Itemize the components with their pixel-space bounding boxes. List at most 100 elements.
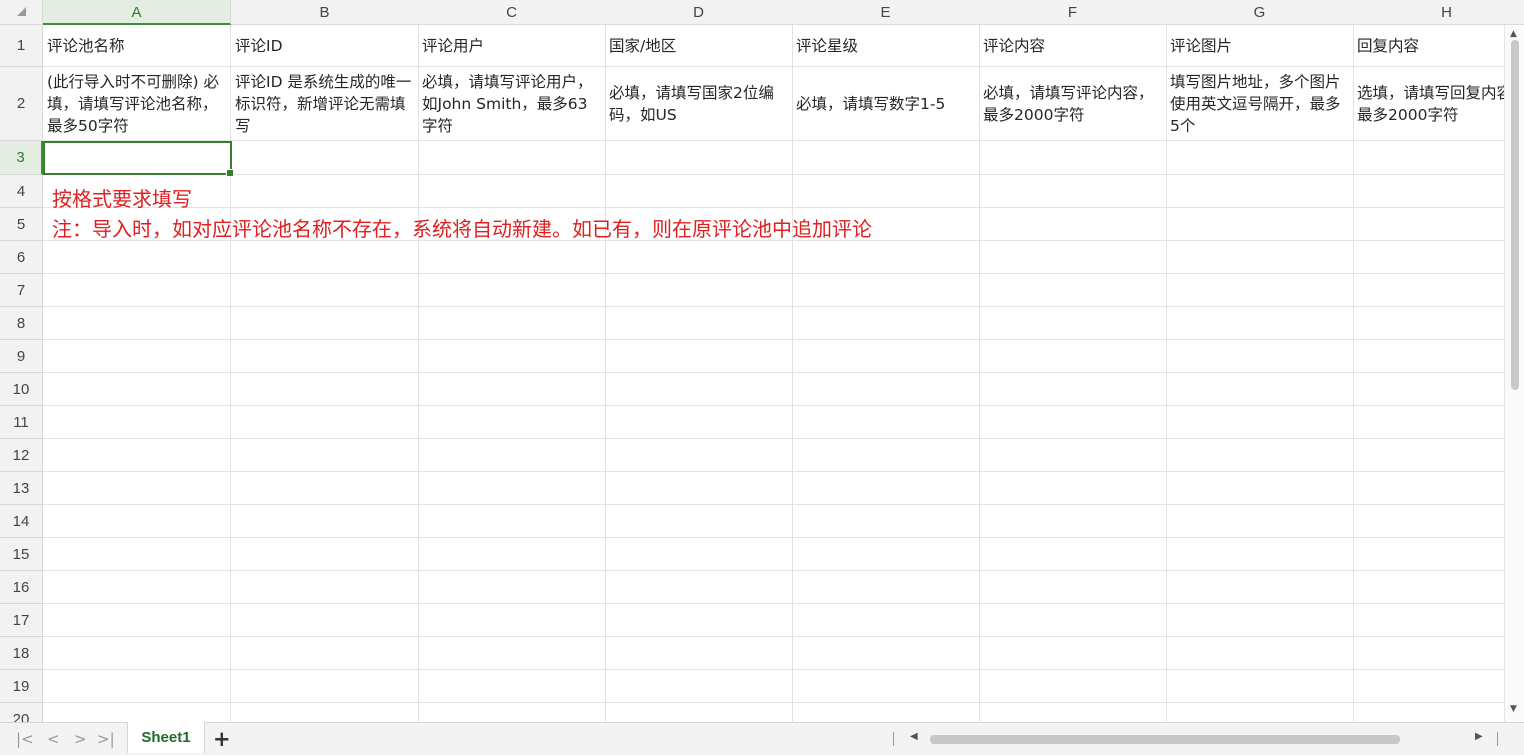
prev-sheet-icon[interactable]: < <box>47 730 60 748</box>
cell-a7[interactable] <box>43 274 231 307</box>
cell-d18[interactable] <box>605 637 793 670</box>
cell-f8[interactable] <box>979 307 1167 340</box>
cell-a14[interactable] <box>43 505 231 538</box>
cell-f10[interactable] <box>979 373 1167 406</box>
cell-c16[interactable] <box>418 571 606 604</box>
row-header-9[interactable]: 9 <box>0 340 43 373</box>
cell-h8[interactable] <box>1353 307 1524 340</box>
cell-c6[interactable] <box>418 241 606 274</box>
cell-f17[interactable] <box>979 604 1167 637</box>
cell-b16[interactable] <box>231 571 419 604</box>
next-sheet-icon[interactable]: > <box>74 730 87 748</box>
cell-f20[interactable] <box>979 703 1167 722</box>
cell-f16[interactable] <box>979 571 1167 604</box>
cell-h17[interactable] <box>1353 604 1524 637</box>
column-header-e[interactable]: E <box>792 0 980 25</box>
cell-d20[interactable] <box>605 703 793 722</box>
cell-e6[interactable] <box>792 241 980 274</box>
column-header-h[interactable]: H <box>1353 0 1524 25</box>
cell-c8[interactable] <box>418 307 606 340</box>
cell-b8[interactable] <box>231 307 419 340</box>
cell-d11[interactable] <box>605 406 793 439</box>
cell-g11[interactable] <box>1166 406 1354 439</box>
cell-g14[interactable] <box>1166 505 1354 538</box>
row-header-19[interactable]: 19 <box>0 670 43 703</box>
cell-d3[interactable] <box>605 141 793 175</box>
cell-c1[interactable]: 评论用户 <box>418 25 606 67</box>
cell-c10[interactable] <box>418 373 606 406</box>
row-header-20[interactable]: 20 <box>0 703 43 722</box>
cell-g4[interactable] <box>1166 175 1354 208</box>
cell-g15[interactable] <box>1166 538 1354 571</box>
cell-c4[interactable] <box>418 175 606 208</box>
cell-b12[interactable] <box>231 439 419 472</box>
cell-e18[interactable] <box>792 637 980 670</box>
cell-e8[interactable] <box>792 307 980 340</box>
cell-f11[interactable] <box>979 406 1167 439</box>
cell-c12[interactable] <box>418 439 606 472</box>
cell-b19[interactable] <box>231 670 419 703</box>
cell-h3[interactable] <box>1353 141 1524 175</box>
cell-g12[interactable] <box>1166 439 1354 472</box>
row-header-4[interactable]: 4 <box>0 175 43 208</box>
cell-d19[interactable] <box>605 670 793 703</box>
cell-h9[interactable] <box>1353 340 1524 373</box>
cell-e17[interactable] <box>792 604 980 637</box>
active-cell-a3[interactable] <box>43 141 234 177</box>
first-sheet-icon[interactable]: |< <box>16 730 34 748</box>
cell-h14[interactable] <box>1353 505 1524 538</box>
cell-h12[interactable] <box>1353 439 1524 472</box>
cell-g19[interactable] <box>1166 670 1354 703</box>
cell-b1[interactable]: 评论ID <box>231 25 419 67</box>
cell-f5[interactable] <box>979 208 1167 241</box>
row-header-1[interactable]: 1 <box>0 25 43 67</box>
cell-e16[interactable] <box>792 571 980 604</box>
cell-d7[interactable] <box>605 274 793 307</box>
cell-d15[interactable] <box>605 538 793 571</box>
cell-c17[interactable] <box>418 604 606 637</box>
cell-a15[interactable] <box>43 538 231 571</box>
row-header-8[interactable]: 8 <box>0 307 43 340</box>
cell-g10[interactable] <box>1166 373 1354 406</box>
cell-a9[interactable] <box>43 340 231 373</box>
column-header-d[interactable]: D <box>605 0 793 25</box>
sheet-tab-sheet1[interactable]: Sheet1 <box>127 722 205 753</box>
cell-g20[interactable] <box>1166 703 1354 722</box>
cell-g6[interactable] <box>1166 241 1354 274</box>
cell-e14[interactable] <box>792 505 980 538</box>
cell-g18[interactable] <box>1166 637 1354 670</box>
cell-e4[interactable] <box>792 175 980 208</box>
cell-b11[interactable] <box>231 406 419 439</box>
cell-h7[interactable] <box>1353 274 1524 307</box>
cell-d14[interactable] <box>605 505 793 538</box>
cell-d8[interactable] <box>605 307 793 340</box>
cell-f7[interactable] <box>979 274 1167 307</box>
cell-b14[interactable] <box>231 505 419 538</box>
cell-g9[interactable] <box>1166 340 1354 373</box>
vertical-scrollbar[interactable]: ▲ ▼ <box>1504 25 1524 722</box>
cell-b3[interactable] <box>231 141 419 175</box>
cell-h10[interactable] <box>1353 373 1524 406</box>
last-sheet-icon[interactable]: >| <box>97 730 115 748</box>
cell-f4[interactable] <box>979 175 1167 208</box>
column-header-c[interactable]: C <box>418 0 606 25</box>
select-all-corner[interactable] <box>0 0 43 25</box>
cell-b20[interactable] <box>231 703 419 722</box>
cell-a8[interactable] <box>43 307 231 340</box>
cell-g5[interactable] <box>1166 208 1354 241</box>
cell-b7[interactable] <box>231 274 419 307</box>
cell-a16[interactable] <box>43 571 231 604</box>
row-header-13[interactable]: 13 <box>0 472 43 505</box>
fill-handle[interactable] <box>226 169 234 177</box>
cell-c11[interactable] <box>418 406 606 439</box>
cell-a10[interactable] <box>43 373 231 406</box>
cell-b2[interactable]: 评论ID 是系统生成的唯一标识符，新增评论无需填写 <box>231 67 419 141</box>
cell-f3[interactable] <box>979 141 1167 175</box>
scroll-left-icon[interactable]: ◀ <box>910 731 918 742</box>
row-header-3[interactable]: 3 <box>0 141 43 175</box>
cell-a11[interactable] <box>43 406 231 439</box>
cell-a20[interactable] <box>43 703 231 722</box>
cell-c3[interactable] <box>418 141 606 175</box>
row-header-16[interactable]: 16 <box>0 571 43 604</box>
cell-e7[interactable] <box>792 274 980 307</box>
